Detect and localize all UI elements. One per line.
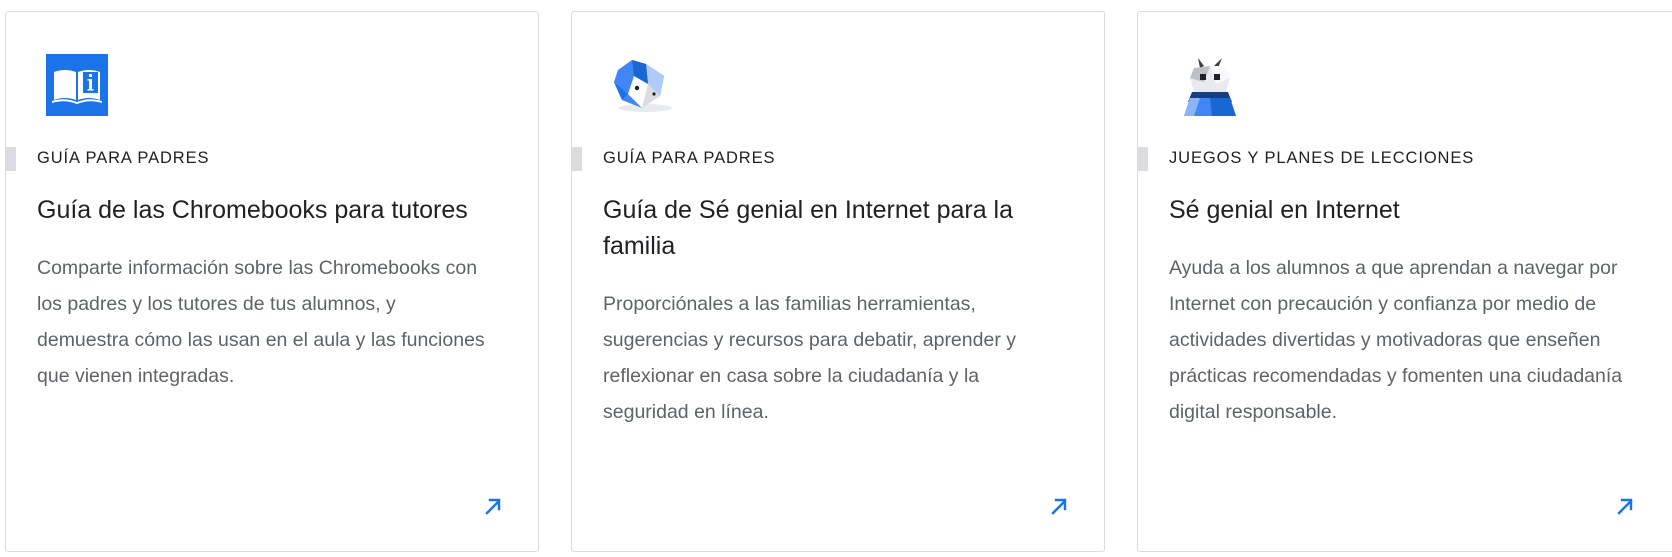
origami-fox-icon — [614, 60, 672, 112]
card-category: GUÍA PARA PADRES — [37, 149, 210, 167]
card-description: Proporciónales a las familias herramient… — [603, 293, 1016, 423]
eyebrow-accent-bar — [572, 147, 582, 171]
resource-card-be-internet-awesome[interactable]: JUEGOS Y PLANES DE LECCIONES Sé genial e… — [1137, 11, 1672, 552]
eyebrow-accent-bar — [1138, 147, 1148, 171]
card-title[interactable]: Guía de Sé genial en Internet para la fa… — [603, 192, 1073, 264]
resource-card-family-guide[interactable]: GUÍA PARA PADRES Guía de Sé genial en In… — [571, 11, 1105, 552]
eyebrow-accent-bar — [6, 147, 16, 171]
book-info-icon — [46, 54, 108, 116]
origami-robot-icon — [1184, 58, 1236, 116]
resource-card-chromebooks-guide[interactable]: GUÍA PARA PADRES Guía de las Chromebooks… — [5, 11, 539, 552]
card-category: JUEGOS Y PLANES DE LECCIONES — [1169, 149, 1475, 167]
card-category: GUÍA PARA PADRES — [603, 149, 776, 167]
arrow-up-right-icon[interactable] — [1615, 496, 1635, 516]
resource-cards: GUÍA PARA PADRES Guía de las Chromebooks… — [5, 11, 1672, 554]
card-description: Ayuda a los alumnos a que aprendan a nav… — [1169, 257, 1623, 423]
card-title[interactable]: Guía de las Chromebooks para tutores — [37, 192, 507, 228]
arrow-up-right-icon[interactable] — [483, 496, 503, 516]
arrow-up-right-icon[interactable] — [1049, 496, 1069, 516]
card-title[interactable]: Sé genial en Internet — [1169, 192, 1639, 228]
card-description: Comparte información sobre las Chromeboo… — [37, 257, 485, 387]
